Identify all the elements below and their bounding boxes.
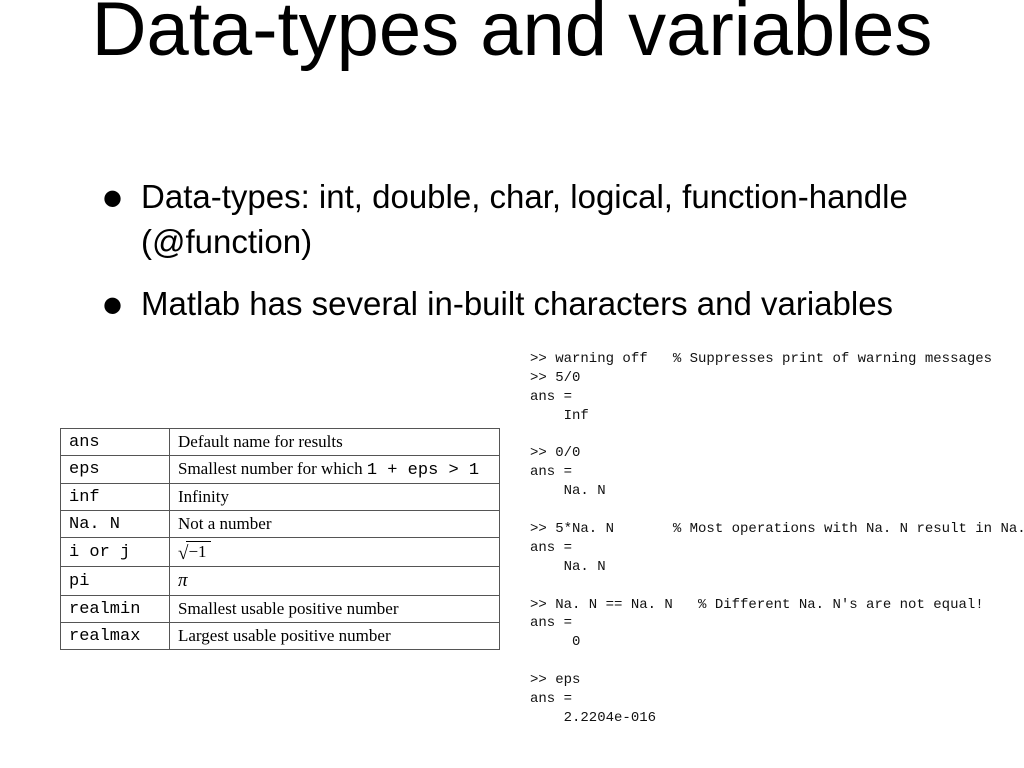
table-row: realmax Largest usable positive number bbox=[61, 623, 500, 650]
slide: Data-types and variables • Data-types: i… bbox=[0, 0, 1024, 768]
code-line: 0 bbox=[530, 634, 580, 650]
code-line: >> Na. N == Na. N % Different Na. N's ar… bbox=[530, 597, 984, 613]
table-row: inf Infinity bbox=[61, 484, 500, 511]
code-line: 2.2204e-016 bbox=[530, 710, 656, 726]
code-line: >> warning off % Suppresses print of war… bbox=[530, 351, 992, 367]
builtin-vars-table: ans Default name for results eps Smalles… bbox=[60, 428, 500, 650]
var-key: inf bbox=[61, 484, 170, 511]
code-line: >> 5/0 bbox=[530, 370, 580, 386]
matlab-output: >> warning off % Suppresses print of war… bbox=[530, 350, 990, 728]
sqrt-arg: −1 bbox=[186, 541, 210, 562]
code-line: ans = bbox=[530, 464, 572, 480]
var-key: realmin bbox=[61, 596, 170, 623]
code-line: ans = bbox=[530, 691, 572, 707]
bullet-text: Data-types: int, double, char, logical, … bbox=[141, 175, 964, 264]
bullet-dot-icon: • bbox=[102, 181, 123, 217]
var-desc: Not a number bbox=[170, 511, 500, 538]
var-key: i or j bbox=[61, 538, 170, 567]
var-key: Na. N bbox=[61, 511, 170, 538]
table-row: i or j √−1 bbox=[61, 538, 500, 567]
var-desc: Infinity bbox=[170, 484, 500, 511]
table-row: ans Default name for results bbox=[61, 429, 500, 456]
code-line: ans = bbox=[530, 615, 572, 631]
bullet-list: • Data-types: int, double, char, logical… bbox=[110, 175, 964, 345]
bullet-text: Matlab has several in-built characters a… bbox=[141, 282, 893, 327]
var-key: realmax bbox=[61, 623, 170, 650]
code-line: Inf bbox=[530, 408, 589, 424]
code-line: Na. N bbox=[530, 483, 606, 499]
var-desc: Smallest number for which 1 + eps > 1 bbox=[170, 456, 500, 484]
desc-prefix: Smallest number for which bbox=[178, 459, 367, 478]
sqrt-icon: √ bbox=[178, 543, 188, 564]
var-desc: Largest usable positive number bbox=[170, 623, 500, 650]
var-key: eps bbox=[61, 456, 170, 484]
var-key: pi bbox=[61, 567, 170, 596]
code-line: Na. N bbox=[530, 559, 606, 575]
slide-title: Data-types and variables bbox=[0, 0, 1024, 70]
table-row: realmin Smallest usable positive number bbox=[61, 596, 500, 623]
pi-symbol: π bbox=[178, 570, 188, 591]
table-row: eps Smallest number for which 1 + eps > … bbox=[61, 456, 500, 484]
var-desc: √−1 bbox=[170, 538, 500, 567]
code-line: >> 5*Na. N % Most operations with Na. N … bbox=[530, 521, 1024, 537]
code-line: ans = bbox=[530, 540, 572, 556]
desc-code: 1 + eps > 1 bbox=[367, 461, 479, 480]
code-line: >> 0/0 bbox=[530, 445, 580, 461]
var-desc: Default name for results bbox=[170, 429, 500, 456]
code-line: ans = bbox=[530, 389, 572, 405]
bullet-item: • Matlab has several in-built characters… bbox=[110, 282, 964, 327]
table-row: pi π bbox=[61, 567, 500, 596]
bullet-item: • Data-types: int, double, char, logical… bbox=[110, 175, 964, 264]
var-key: ans bbox=[61, 429, 170, 456]
code-line: >> eps bbox=[530, 672, 580, 688]
var-desc: π bbox=[170, 567, 500, 596]
table-row: Na. N Not a number bbox=[61, 511, 500, 538]
var-desc: Smallest usable positive number bbox=[170, 596, 500, 623]
bullet-dot-icon: • bbox=[102, 288, 123, 324]
